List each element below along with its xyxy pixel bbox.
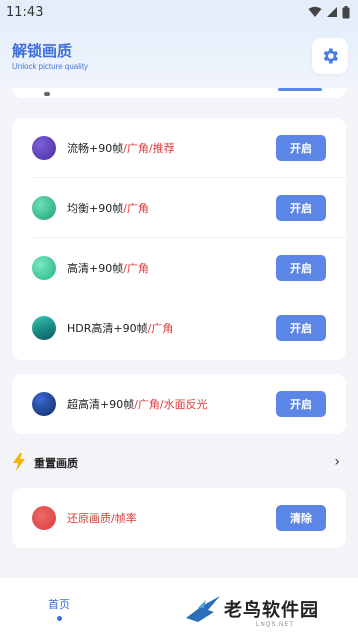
reset-card: 还原画质/帧率 清除 xyxy=(12,488,346,548)
chevron-right-icon: › xyxy=(334,454,340,470)
previous-card-button-edge[interactable] xyxy=(278,88,322,91)
clear-button[interactable]: 清除 xyxy=(276,505,326,531)
settings-button[interactable] xyxy=(312,38,348,74)
bird-logo-icon xyxy=(186,596,220,622)
signal-icon xyxy=(327,7,337,17)
enable-button[interactable]: 开启 xyxy=(276,195,326,221)
section-title: 重置画质 xyxy=(34,457,78,470)
quality-icon xyxy=(32,316,56,340)
page-subtitle: Unlock picture quality xyxy=(12,62,89,71)
quality-icon xyxy=(32,392,56,416)
quality-card-main: 流畅+90帧/广角/推荐 开启 均衡+90帧/广角 开启 高清+90帧/广角 开… xyxy=(12,118,346,360)
list-item: 均衡+90帧/广角 开启 xyxy=(12,178,346,238)
nav-active-indicator xyxy=(57,616,62,621)
status-time: 11:43 xyxy=(6,4,44,20)
watermark-domain: LNQS.NET xyxy=(256,622,295,628)
enable-button[interactable]: 开启 xyxy=(276,135,326,161)
previous-card-dot xyxy=(44,92,50,96)
enable-button[interactable]: 开启 xyxy=(276,391,326,417)
previous-card-edge xyxy=(12,88,346,98)
page-title: 解锁画质 xyxy=(12,42,73,60)
quality-label: 超高清+90帧/广角/水面反光 xyxy=(67,398,208,411)
quality-icon xyxy=(32,196,56,220)
quality-label: HDR高清+90帧/广角 xyxy=(67,322,174,335)
watermark-name: 老鸟软件园 xyxy=(224,600,319,621)
reset-section-header[interactable]: 重置画质 › xyxy=(12,452,346,474)
enable-button[interactable]: 开启 xyxy=(276,255,326,281)
enable-button[interactable]: 开启 xyxy=(276,315,326,341)
wifi-icon xyxy=(308,6,322,17)
reset-icon xyxy=(32,506,56,530)
quality-icon xyxy=(32,256,56,280)
list-item: 流畅+90帧/广角/推荐 开启 xyxy=(12,118,346,178)
quality-icon xyxy=(32,136,56,160)
status-bar: 11:43 xyxy=(0,0,358,24)
nav-home-tab[interactable]: 首页 xyxy=(48,596,70,612)
battery-icon xyxy=(342,5,350,18)
list-item: 高清+90帧/广角 开启 xyxy=(12,238,346,298)
quality-label: 均衡+90帧/广角 xyxy=(67,202,149,215)
bottom-nav: 首页 老鸟软件园 LNQS.NET xyxy=(0,578,358,638)
quality-label: 流畅+90帧/广角/推荐 xyxy=(67,142,175,155)
list-item: 超高清+90帧/广角/水面反光 开启 xyxy=(12,374,346,434)
status-icons xyxy=(308,5,350,19)
list-item: HDR高清+90帧/广角 开启 xyxy=(12,298,346,358)
reset-label: 还原画质/帧率 xyxy=(67,512,137,525)
lightning-icon xyxy=(13,453,25,471)
quality-label: 高清+90帧/广角 xyxy=(67,262,149,275)
quality-card-ultra: 超高清+90帧/广角/水面反光 开启 xyxy=(12,374,346,434)
gear-icon xyxy=(323,48,338,64)
list-item: 还原画质/帧率 清除 xyxy=(12,488,346,548)
app-header: 解锁画质 Unlock picture quality xyxy=(0,24,358,88)
